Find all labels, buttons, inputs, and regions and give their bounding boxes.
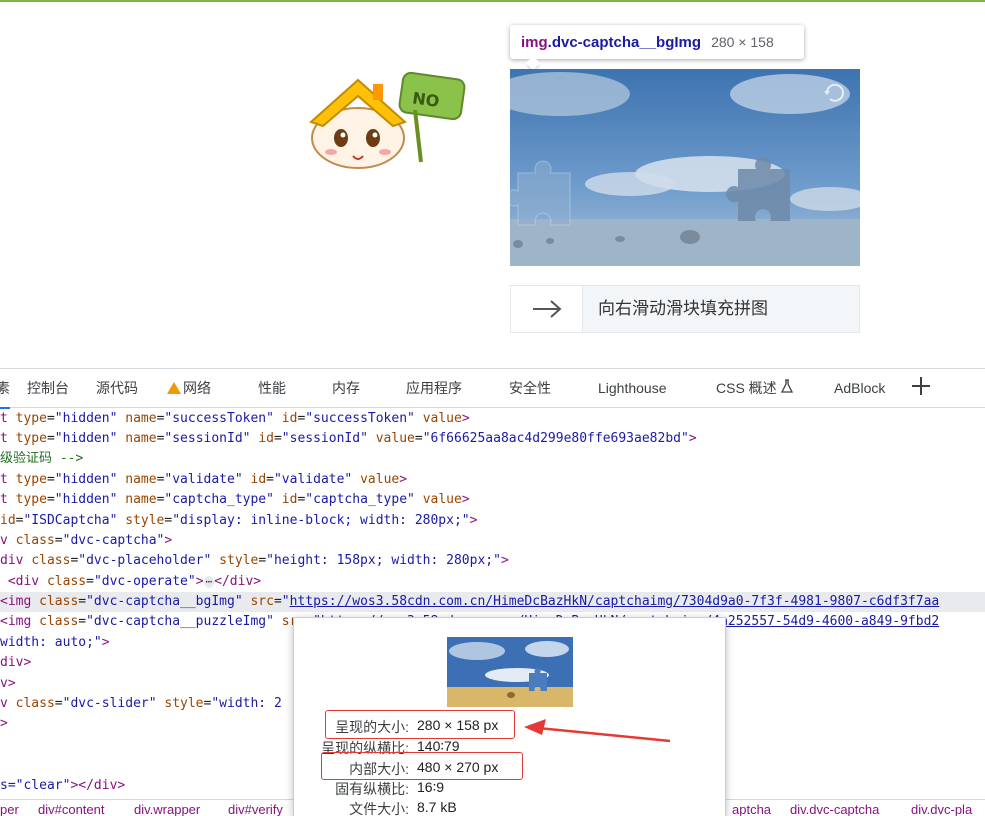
collapsed-ellipsis[interactable]: ⋯ [203, 576, 215, 588]
tab-css-overview-label: CSS 概述 [716, 380, 777, 396]
warning-icon [167, 382, 181, 394]
tab-adblock[interactable]: AdBlock [834, 369, 885, 407]
tab-performance[interactable]: 性能 [258, 369, 286, 407]
tree-line[interactable]: t type="hidden" name="validate" id="vali… [0, 470, 985, 490]
captcha-background-image [510, 69, 860, 266]
breadcrumb-item[interactable]: per [0, 802, 19, 816]
tooltip-class: .dvc-captcha__bgImg [547, 34, 702, 51]
tree-line[interactable]: t type="hidden" name="sessionId" id="ses… [0, 429, 985, 449]
tab-network-label: 网络 [183, 380, 211, 396]
mascot-sign-text: NO [411, 88, 440, 111]
tooltip-size: 280 × 158 [711, 34, 774, 50]
tree-line[interactable]: v class="dvc-captcha"> [0, 531, 985, 551]
tab-memory[interactable]: 内存 [332, 369, 360, 407]
breadcrumb-item[interactable]: div.dvc-pla [911, 802, 972, 816]
tree-line[interactable]: div class="dvc-placeholder" style="heigh… [0, 551, 985, 571]
slider-hint-text: 向右滑动滑块填充拼图 [598, 299, 768, 318]
captcha-slider: 向右滑动滑块填充拼图 [510, 285, 860, 333]
preview-key: 文件大小: [349, 801, 409, 816]
tooltip-tag: img [521, 34, 548, 51]
tree-line[interactable]: t type="hidden" name="captcha_type" id="… [0, 490, 985, 510]
tree-line[interactable]: <div class="dvc-operate"> ⋯ </div> [0, 572, 985, 592]
breadcrumb-item[interactable]: div#content [38, 802, 105, 816]
tab-network[interactable]: 网络 [167, 369, 211, 407]
add-tab-icon[interactable] [912, 377, 930, 395]
tree-line-selected[interactable]: <img class="dvc-captcha__bgImg" src="htt… [0, 592, 985, 612]
tab-sources[interactable]: 源代码 [96, 369, 138, 407]
preview-key: 固有纵横比: [335, 781, 409, 797]
breadcrumb-item[interactable]: aptcha [732, 802, 771, 816]
tree-line[interactable]: 级验证码 --> [0, 449, 985, 469]
slider-handle[interactable] [511, 286, 583, 332]
breadcrumb-item[interactable]: div.wrapper [134, 802, 200, 816]
highlight-box-rendered-size [325, 710, 515, 739]
breadcrumb-item[interactable]: div#verify [228, 802, 283, 816]
element-inspect-tooltip: img.dvc-captcha__bgImg 280 × 158 [510, 25, 804, 59]
devtools-tab-bar: 素 控制台 源代码 网络 性能 内存 应用程序 安全性 Lighthouse C… [0, 368, 985, 409]
highlight-box-intrinsic-size [321, 752, 523, 780]
tab-elements[interactable]: 素 [0, 369, 10, 409]
preview-value: 8.7 kB [417, 799, 457, 815]
page-top-border [0, 0, 985, 2]
preview-value: 16∶9 [417, 779, 445, 795]
breadcrumb-item[interactable]: div.dvc-captcha [790, 802, 879, 816]
annotation-arrow-icon [524, 719, 671, 743]
tab-css-overview[interactable]: CSS 概述 [716, 369, 793, 407]
arrow-right-icon [532, 300, 562, 318]
tab-console[interactable]: 控制台 [27, 369, 69, 407]
flask-icon [780, 379, 793, 393]
tab-security[interactable]: 安全性 [509, 369, 551, 407]
tree-line[interactable]: t type="hidden" name="successToken" id="… [0, 409, 985, 429]
mascot-image: NO [309, 71, 466, 169]
tab-lighthouse[interactable]: Lighthouse [598, 369, 667, 407]
image-preview-thumbnail [447, 637, 573, 707]
tree-line[interactable]: id="ISDCaptcha" style="display: inline-b… [0, 511, 985, 531]
tab-application[interactable]: 应用程序 [406, 369, 462, 407]
